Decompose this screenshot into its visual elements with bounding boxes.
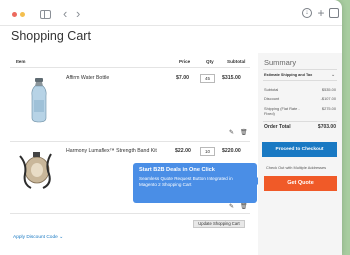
new-tab-icon[interactable]: + [316, 7, 326, 19]
chevron-down-icon[interactable]: ⌄ [331, 72, 335, 78]
order-total-row: Order Total $703.00 [264, 124, 336, 130]
product-subtotal: $220.00 [222, 148, 241, 154]
trash-icon[interactable]: 🗑 [240, 129, 248, 136]
edit-icon[interactable]: ✎ [229, 129, 234, 136]
tooltip-body: Seamless Quote Request Button Integrated… [139, 176, 233, 187]
shipping-value: $275.00 [321, 106, 336, 111]
discount-value: -$107.00 [320, 96, 336, 101]
multiple-addresses-link[interactable]: Check Out with Multiple Addresses [266, 165, 326, 170]
apply-discount-label: Apply Discount Code [13, 235, 58, 240]
apply-discount-link[interactable]: Apply Discount Code ⌄ [13, 235, 63, 240]
forward-button[interactable]: › [76, 7, 80, 20]
row-divider [10, 213, 250, 214]
page-title: Shopping Cart [11, 29, 91, 43]
column-header-item: Item [16, 59, 26, 64]
strength-band-kit-image[interactable] [15, 150, 57, 190]
summary-divider [263, 121, 337, 122]
window-close-dot[interactable] [12, 12, 17, 17]
product-subtotal: $315.00 [222, 75, 241, 81]
quantity-input[interactable]: 45 [200, 74, 215, 83]
discount-row: Discount -$107.00 [264, 96, 336, 101]
column-header-price: Price [179, 59, 191, 64]
download-icon[interactable]: ↓ [302, 8, 312, 18]
subtotal-row: Subtotal $535.00 [264, 87, 336, 92]
row-divider [10, 141, 250, 142]
trash-icon[interactable]: 🗑 [240, 203, 248, 210]
order-total-value: $703.00 [317, 124, 336, 130]
tooltip-title: Start B2B Deals in One Click [139, 167, 215, 173]
header-divider [10, 67, 250, 68]
quantity-input[interactable]: 10 [200, 147, 215, 156]
order-summary-panel: Summary Estimate Shipping and Tax ⌄ Subt… [258, 53, 342, 255]
product-price: $22.00 [175, 148, 191, 154]
browser-window: ‹ › ↓ + Shopping Cart Item Price Qty Sub… [0, 0, 342, 255]
order-total-label: Order Total [264, 124, 291, 130]
chevron-down-icon: ⌄ [59, 235, 64, 240]
discount-label: Discount [264, 96, 280, 101]
summary-title: Summary [264, 58, 297, 67]
estimate-shipping-toggle[interactable]: Estimate Shipping and Tax [264, 73, 312, 77]
product-name[interactable]: Affirm Water Bottle [66, 75, 109, 81]
summary-divider [263, 80, 337, 81]
water-bottle-image[interactable] [28, 78, 50, 123]
summary-divider [263, 69, 337, 70]
tabs-icon[interactable] [329, 8, 339, 18]
column-header-subtotal: Subtotal [227, 59, 246, 64]
shipping-row: Shipping (Flat Rate - Fixed) $275.00 [264, 106, 336, 116]
update-cart-button[interactable]: Update Shopping Cart [193, 220, 245, 228]
shipping-label: Shipping (Flat Rate - Fixed) [264, 106, 300, 116]
quote-promo-tooltip: Start B2B Deals in One Click Seamless Qu… [133, 163, 261, 203]
window-minimize-dot[interactable] [20, 12, 25, 17]
product-price: $7.00 [176, 75, 189, 81]
proceed-to-checkout-button[interactable]: Proceed to Checkout [262, 142, 337, 157]
subtotal-value: $535.00 [321, 87, 336, 92]
browser-toolbar: ‹ › ↓ + [0, 0, 342, 26]
get-quote-button[interactable]: Get Quote [264, 176, 337, 191]
sidebar-icon[interactable] [40, 10, 51, 19]
product-name[interactable]: Harmony Lumaflex™ Strength Band Kit [66, 148, 157, 154]
back-button[interactable]: ‹ [63, 7, 67, 20]
column-header-qty: Qty [206, 59, 214, 64]
subtotal-label: Subtotal [264, 87, 279, 92]
edit-icon[interactable]: ✎ [229, 203, 234, 210]
